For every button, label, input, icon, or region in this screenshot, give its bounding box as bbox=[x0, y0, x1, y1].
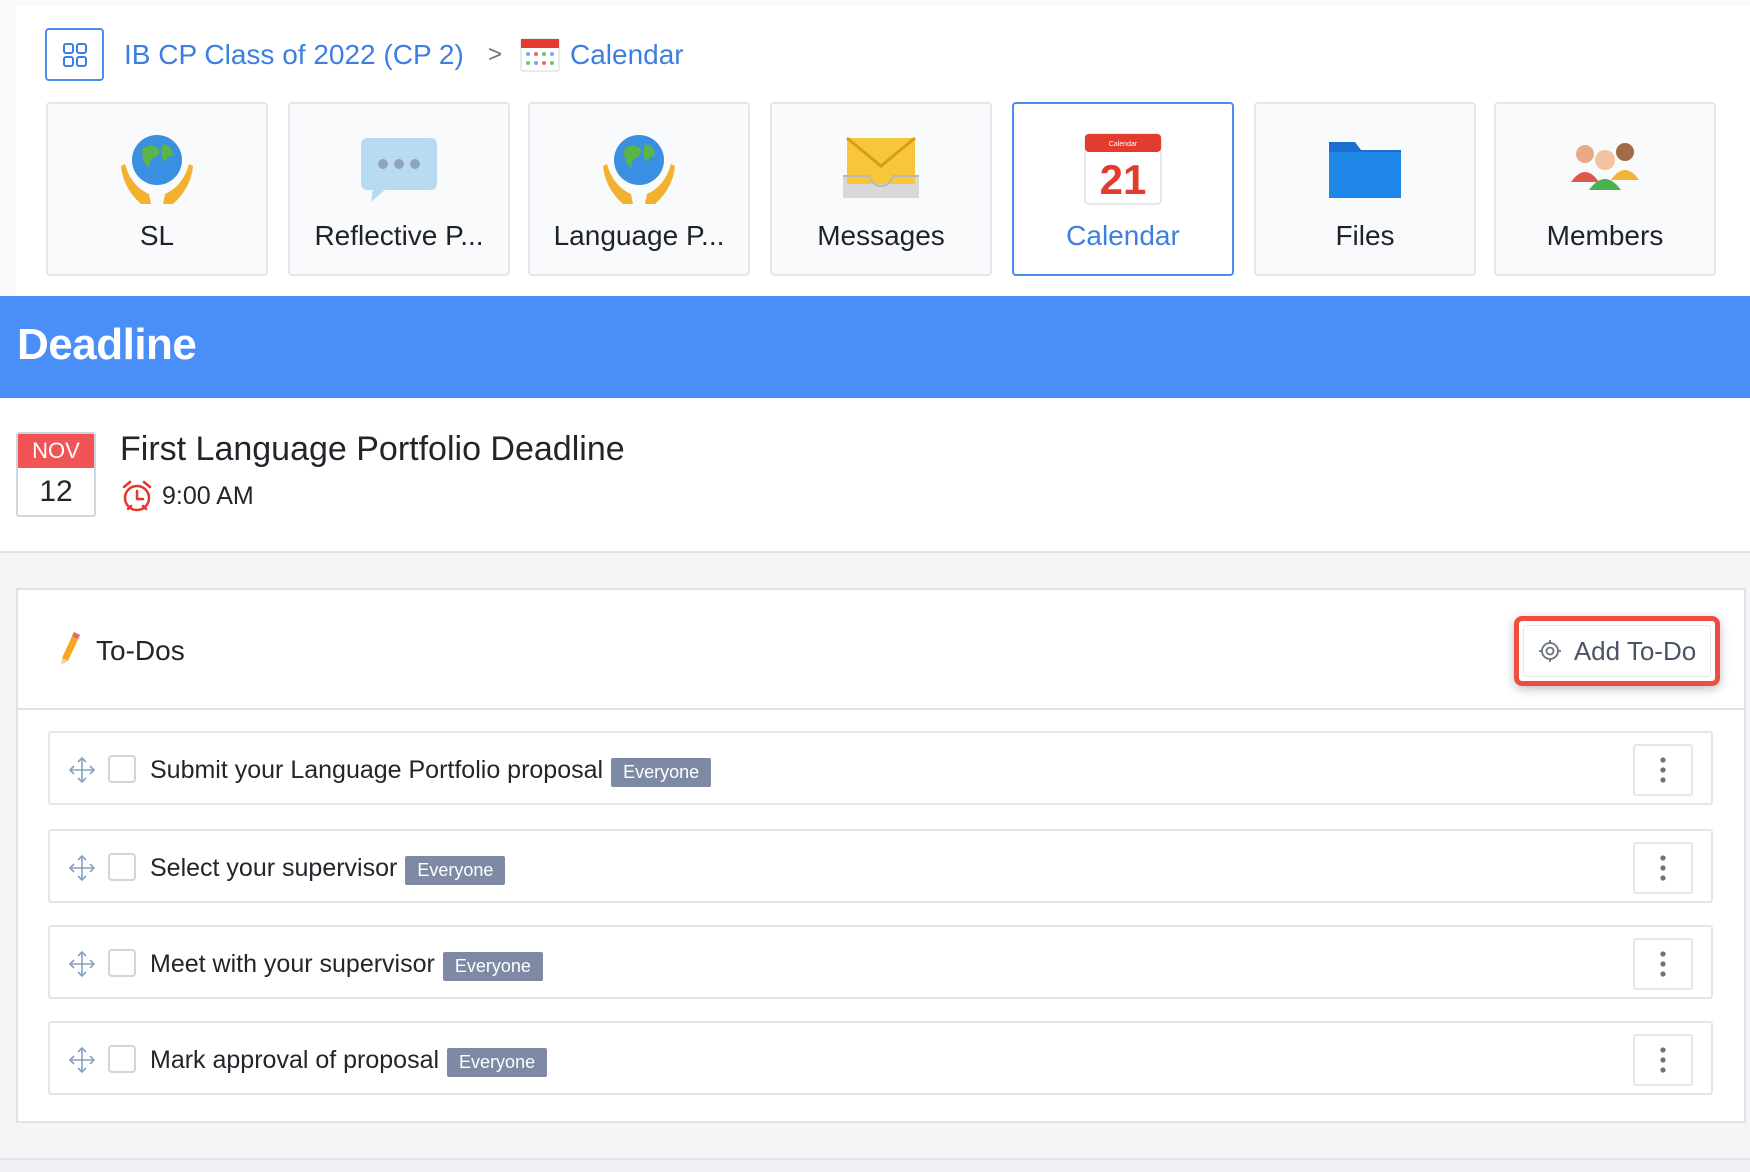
more-vertical-icon bbox=[1660, 855, 1666, 881]
todo-content: Meet with your supervisor Everyone bbox=[150, 927, 543, 1001]
svg-text:21: 21 bbox=[1100, 156, 1147, 203]
todo-content: Select your supervisor Everyone bbox=[150, 831, 506, 905]
app-grid-button[interactable] bbox=[45, 28, 104, 81]
event-time: 9:00 AM bbox=[120, 476, 254, 516]
date-month: NOV bbox=[18, 434, 94, 468]
globe-hands-icon bbox=[121, 135, 193, 204]
calendar-21-icon: Calendar 21 bbox=[1084, 133, 1162, 205]
todo-label: Select your supervisor bbox=[150, 853, 398, 882]
tile-members[interactable]: Members bbox=[1494, 102, 1716, 276]
pencil-icon bbox=[61, 632, 80, 665]
tile-label: Calendar bbox=[1066, 220, 1180, 251]
drag-handle-icon[interactable] bbox=[68, 1046, 96, 1074]
todo-label: Submit your Language Portfolio proposal bbox=[150, 755, 604, 784]
tile-label: Members bbox=[1546, 220, 1664, 251]
tile-sl[interactable]: SL bbox=[46, 102, 268, 276]
more-vertical-icon bbox=[1660, 757, 1666, 783]
svg-text:Calendar: Calendar bbox=[1109, 141, 1138, 148]
todos-title: To-Dos bbox=[96, 635, 185, 666]
grid-icon bbox=[62, 42, 87, 67]
alarm-clock-icon bbox=[122, 480, 152, 512]
folder-icon bbox=[1329, 142, 1401, 198]
drag-handle-icon[interactable] bbox=[68, 756, 96, 784]
tile-reflective[interactable]: Reflective P... bbox=[288, 102, 510, 276]
speech-bubble-icon bbox=[361, 138, 437, 202]
todo-content: Submit your Language Portfolio proposal … bbox=[150, 733, 712, 807]
tile-calendar[interactable]: Calendar 21 Calendar bbox=[1012, 102, 1234, 276]
todo-menu-button[interactable] bbox=[1633, 842, 1693, 894]
highlight-box: Add To-Do bbox=[1514, 616, 1720, 686]
todo-checkbox[interactable] bbox=[108, 1045, 136, 1073]
todo-checkbox[interactable] bbox=[108, 949, 136, 977]
todo-checkbox[interactable] bbox=[108, 755, 136, 783]
tile-label: Reflective P... bbox=[314, 220, 484, 251]
audience-badge: Everyone bbox=[442, 951, 543, 981]
target-icon bbox=[1538, 640, 1561, 662]
event-title: First Language Portfolio Deadline bbox=[120, 430, 625, 468]
drag-handle-icon[interactable] bbox=[68, 950, 96, 978]
audience-badge: Everyone bbox=[611, 757, 712, 787]
todo-item: Submit your Language Portfolio proposal … bbox=[48, 731, 1713, 805]
section-title: Deadline bbox=[17, 320, 197, 369]
todo-checkbox[interactable] bbox=[108, 853, 136, 881]
page-bottom-divider bbox=[0, 1158, 1750, 1172]
breadcrumb-current[interactable]: Calendar bbox=[570, 35, 684, 75]
tile-label: Messages bbox=[817, 220, 945, 251]
more-vertical-icon bbox=[1660, 951, 1666, 977]
members-icon bbox=[1571, 143, 1639, 190]
tile-label: SL bbox=[139, 220, 175, 251]
event-time-text: 9:00 AM bbox=[162, 481, 254, 510]
drag-handle-icon[interactable] bbox=[68, 854, 96, 882]
tile-files[interactable]: Files bbox=[1254, 102, 1476, 276]
todo-menu-button[interactable] bbox=[1633, 744, 1693, 796]
globe-hands-icon bbox=[603, 135, 675, 204]
tile-label: Language P... bbox=[553, 220, 725, 251]
add-todo-button[interactable]: Add To-Do bbox=[1523, 625, 1711, 677]
todos-panel: To-Dos Add To-Do Submit your Language Po… bbox=[16, 588, 1746, 1123]
todos-header: To-Dos Add To-Do bbox=[18, 590, 1744, 710]
todo-item: Select your supervisor Everyone bbox=[48, 829, 1713, 903]
event-details: NOV 12 First Language Portfolio Deadline… bbox=[0, 398, 1750, 553]
todo-content: Mark approval of proposal Everyone bbox=[150, 1023, 548, 1097]
tile-language[interactable]: Language P... bbox=[528, 102, 750, 276]
date-badge: NOV 12 bbox=[16, 432, 96, 517]
breadcrumb-separator: > bbox=[488, 41, 503, 68]
breadcrumb-course-link[interactable]: IB CP Class of 2022 (CP 2) bbox=[124, 35, 464, 75]
add-todo-label: Add To-Do bbox=[1573, 635, 1697, 666]
todo-menu-button[interactable] bbox=[1633, 1034, 1693, 1086]
todo-item: Mark approval of proposal Everyone bbox=[48, 1021, 1713, 1095]
todo-menu-button[interactable] bbox=[1633, 938, 1693, 990]
envelope-icon bbox=[843, 136, 919, 198]
date-day: 12 bbox=[39, 475, 73, 508]
calendar-small-icon bbox=[520, 38, 560, 72]
audience-badge: Everyone bbox=[447, 1047, 548, 1077]
todo-item: Meet with your supervisor Everyone bbox=[48, 925, 1713, 999]
section-header: Deadline bbox=[0, 296, 1750, 398]
more-vertical-icon bbox=[1660, 1047, 1666, 1073]
todo-label: Meet with your supervisor bbox=[150, 949, 435, 978]
audience-badge: Everyone bbox=[405, 855, 506, 885]
todo-label: Mark approval of proposal bbox=[150, 1045, 440, 1074]
tile-label: Files bbox=[1335, 220, 1395, 251]
tile-messages[interactable]: Messages bbox=[770, 102, 992, 276]
